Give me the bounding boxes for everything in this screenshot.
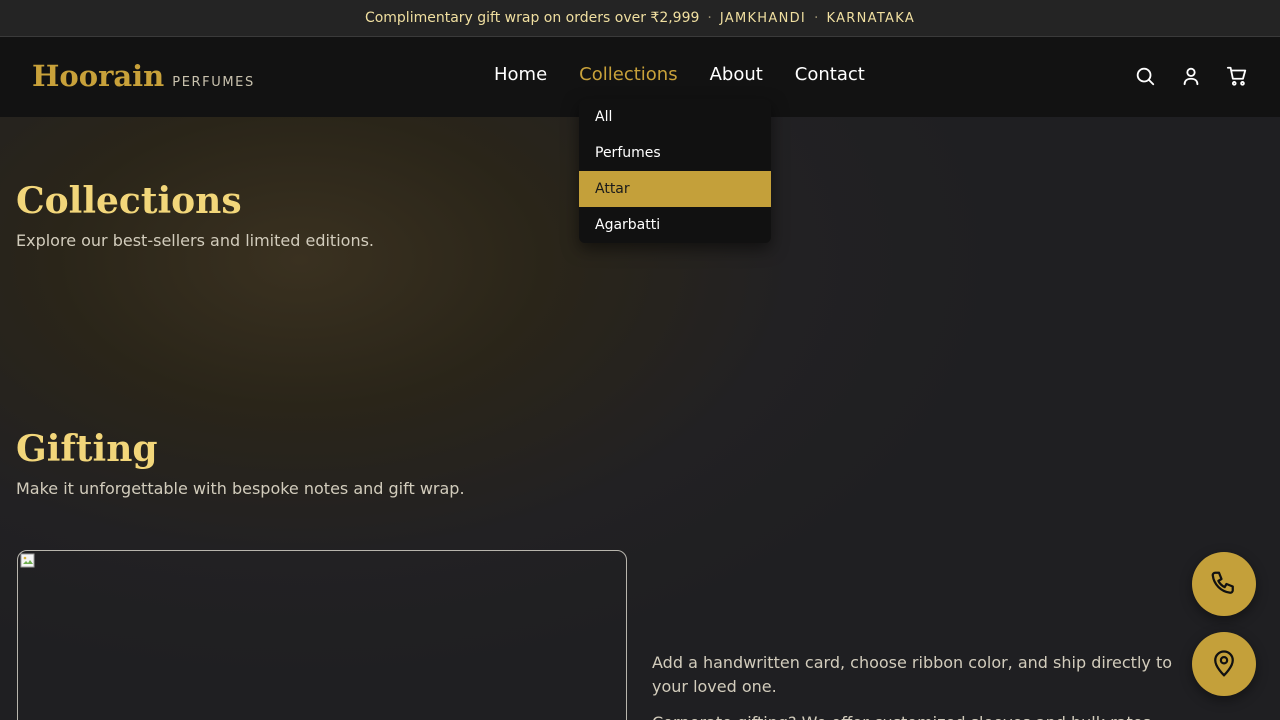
phone-icon (1211, 571, 1234, 594)
announcement-separator: · (814, 10, 819, 26)
announcement-separator: · (707, 10, 712, 26)
gifting-paragraph: Corporate gifting? We offer customized s… (652, 711, 1212, 720)
gifting-heading: Gifting (16, 428, 158, 470)
gifting-description: Add a handwritten card, choose ribbon co… (652, 651, 1212, 720)
collections-heading: Collections (16, 180, 242, 222)
brand-tagline: PERFUMES (172, 75, 255, 90)
nav-contact[interactable]: Contact (795, 64, 865, 85)
announcement-state: KARNATAKA (826, 10, 916, 26)
gifting-subtitle: Make it unforgettable with bespoke notes… (16, 479, 465, 498)
brand-logo[interactable]: Hoorain PERFUMES (32, 59, 255, 93)
header-actions (1110, 65, 1248, 87)
cart-icon[interactable] (1226, 65, 1248, 87)
location-pin-icon (1214, 650, 1234, 677)
broken-image-icon (20, 553, 35, 568)
collections-subtitle: Explore our best-sellers and limited edi… (16, 231, 374, 250)
nav-home[interactable]: Home (494, 64, 547, 85)
announcement-bar: Complimentary gift wrap on orders over ₹… (0, 0, 1280, 37)
gifting-paragraph: Add a handwritten card, choose ribbon co… (652, 653, 1173, 696)
dropdown-item-agarbatti[interactable]: Agarbatti (579, 207, 771, 243)
gifting-image (17, 550, 627, 720)
account-icon[interactable] (1180, 65, 1202, 87)
location-button[interactable] (1192, 632, 1256, 696)
brand-name: Hoorain (32, 59, 165, 93)
nav-about[interactable]: About (710, 64, 763, 85)
main-nav: Home Collections About Contact (494, 64, 897, 85)
call-button[interactable] (1192, 552, 1256, 616)
announcement-text: Complimentary gift wrap on orders over ₹… (364, 10, 700, 26)
announcement-city: JAMKHANDI (719, 10, 807, 26)
dropdown-item-all[interactable]: All (579, 99, 771, 135)
nav-collections[interactable]: Collections (579, 64, 677, 85)
dropdown-item-attar[interactable]: Attar (579, 171, 771, 207)
collections-dropdown: All Perfumes Attar Agarbatti (579, 99, 771, 243)
dropdown-item-perfumes[interactable]: Perfumes (579, 135, 771, 171)
search-icon[interactable] (1134, 65, 1156, 87)
